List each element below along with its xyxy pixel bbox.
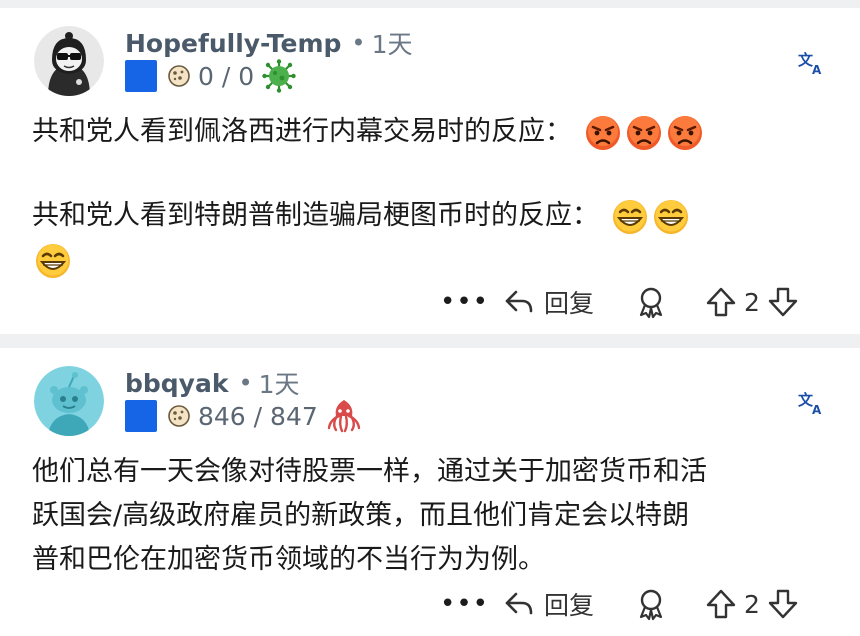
avatar-snoo-icon (34, 366, 104, 436)
meta-separator: • (351, 29, 366, 57)
avatar[interactable] (34, 26, 104, 96)
downvote-icon[interactable] (766, 587, 800, 621)
flair-badge (125, 400, 157, 432)
meta-separator: • (238, 369, 253, 397)
angry-face-icon (585, 115, 620, 150)
translate-icon[interactable]: 文 A (797, 388, 825, 416)
svg-text:A: A (812, 403, 822, 416)
karma-count: 846 / 847 (198, 401, 318, 431)
angry-face-icon (626, 115, 661, 150)
vote-count: 2 (744, 287, 760, 317)
user-flair: 846 / 847 (125, 399, 362, 433)
flair-badge (125, 60, 157, 92)
svg-text:A: A (812, 63, 822, 76)
avatar-hooded-icon (34, 26, 104, 96)
username[interactable]: Hopefully-Temp (125, 29, 341, 58)
top-divider (0, 0, 860, 8)
downvote-icon[interactable] (766, 285, 800, 319)
reply-label: 回复 (544, 591, 595, 620)
virus-icon (262, 59, 296, 93)
upvote-icon[interactable] (704, 587, 738, 621)
translate-icon[interactable]: 文 A (797, 48, 825, 76)
reply-icon (505, 290, 533, 313)
grinning-face-icon (36, 243, 70, 278)
comment-divider (0, 334, 860, 348)
upvote-icon[interactable] (704, 285, 738, 319)
comment-text: 共和党人看到特朗普制造骗局梗图币时的反应： (32, 200, 599, 231)
comment-line: 共和党人看到佩洛西进行内幕交易时的反应： (32, 110, 832, 154)
comment-header: bbqyak • 1天 (125, 368, 300, 400)
user-flair: 0 / 0 (125, 59, 296, 93)
avatar[interactable] (34, 366, 104, 436)
award-icon[interactable] (634, 285, 668, 319)
comment-line: 跃国会/高级政府雇员的新政策，而且他们肯定会以特朗 (32, 500, 690, 531)
comment-line: 他们总有一天会像对待股票一样，通过关于加密货币和活 (32, 456, 707, 487)
vote-count: 2 (744, 589, 760, 619)
comment-actions: ••• 回复 2 (440, 584, 800, 624)
reply-button[interactable]: 回复 (502, 284, 594, 320)
squid-icon (327, 400, 360, 433)
comment-line: 普和巴伦在加密货币领域的不当行为为例。 (32, 544, 545, 575)
reply-icon (505, 592, 533, 615)
comment-actions: ••• 回复 2 (440, 282, 800, 322)
cookie-icon (168, 65, 190, 87)
comment-header: Hopefully-Temp • 1天 (125, 28, 413, 60)
karma-count: 0 / 0 (198, 61, 255, 91)
grinning-face-icon (612, 199, 647, 234)
angry-face-icon (667, 115, 702, 150)
more-options-button[interactable]: ••• (440, 287, 488, 317)
timestamp: 1天 (371, 30, 413, 59)
comment-line (32, 238, 832, 282)
award-icon[interactable] (634, 587, 668, 621)
reply-label: 回复 (544, 289, 595, 318)
cookie-icon (168, 405, 190, 427)
comment-text: 共和党人看到佩洛西进行内幕交易时的反应： (32, 116, 572, 147)
comment-line: 共和党人看到特朗普制造骗局梗图币时的反应： (32, 194, 832, 238)
comment-card: bbqyak • 1天 846 / 847 文 A 他们总有一天会像对待股票一样 (0, 348, 860, 636)
reply-button[interactable]: 回复 (502, 586, 594, 622)
timestamp: 1天 (258, 370, 300, 399)
grinning-face-icon (653, 199, 688, 234)
username[interactable]: bbqyak (125, 369, 228, 398)
comment-body: 他们总有一天会像对待股票一样，通过关于加密货币和活 跃国会/高级政府雇员的新政策… (32, 450, 832, 582)
comment-body: 共和党人看到佩洛西进行内幕交易时的反应： 共和党人看到特朗普制造骗局梗图币时的反… (32, 110, 832, 282)
more-options-button[interactable]: ••• (440, 589, 488, 619)
comment-card: Hopefully-Temp • 1天 0 / 0 文 A 共和党人看到佩洛西进… (0, 8, 860, 332)
